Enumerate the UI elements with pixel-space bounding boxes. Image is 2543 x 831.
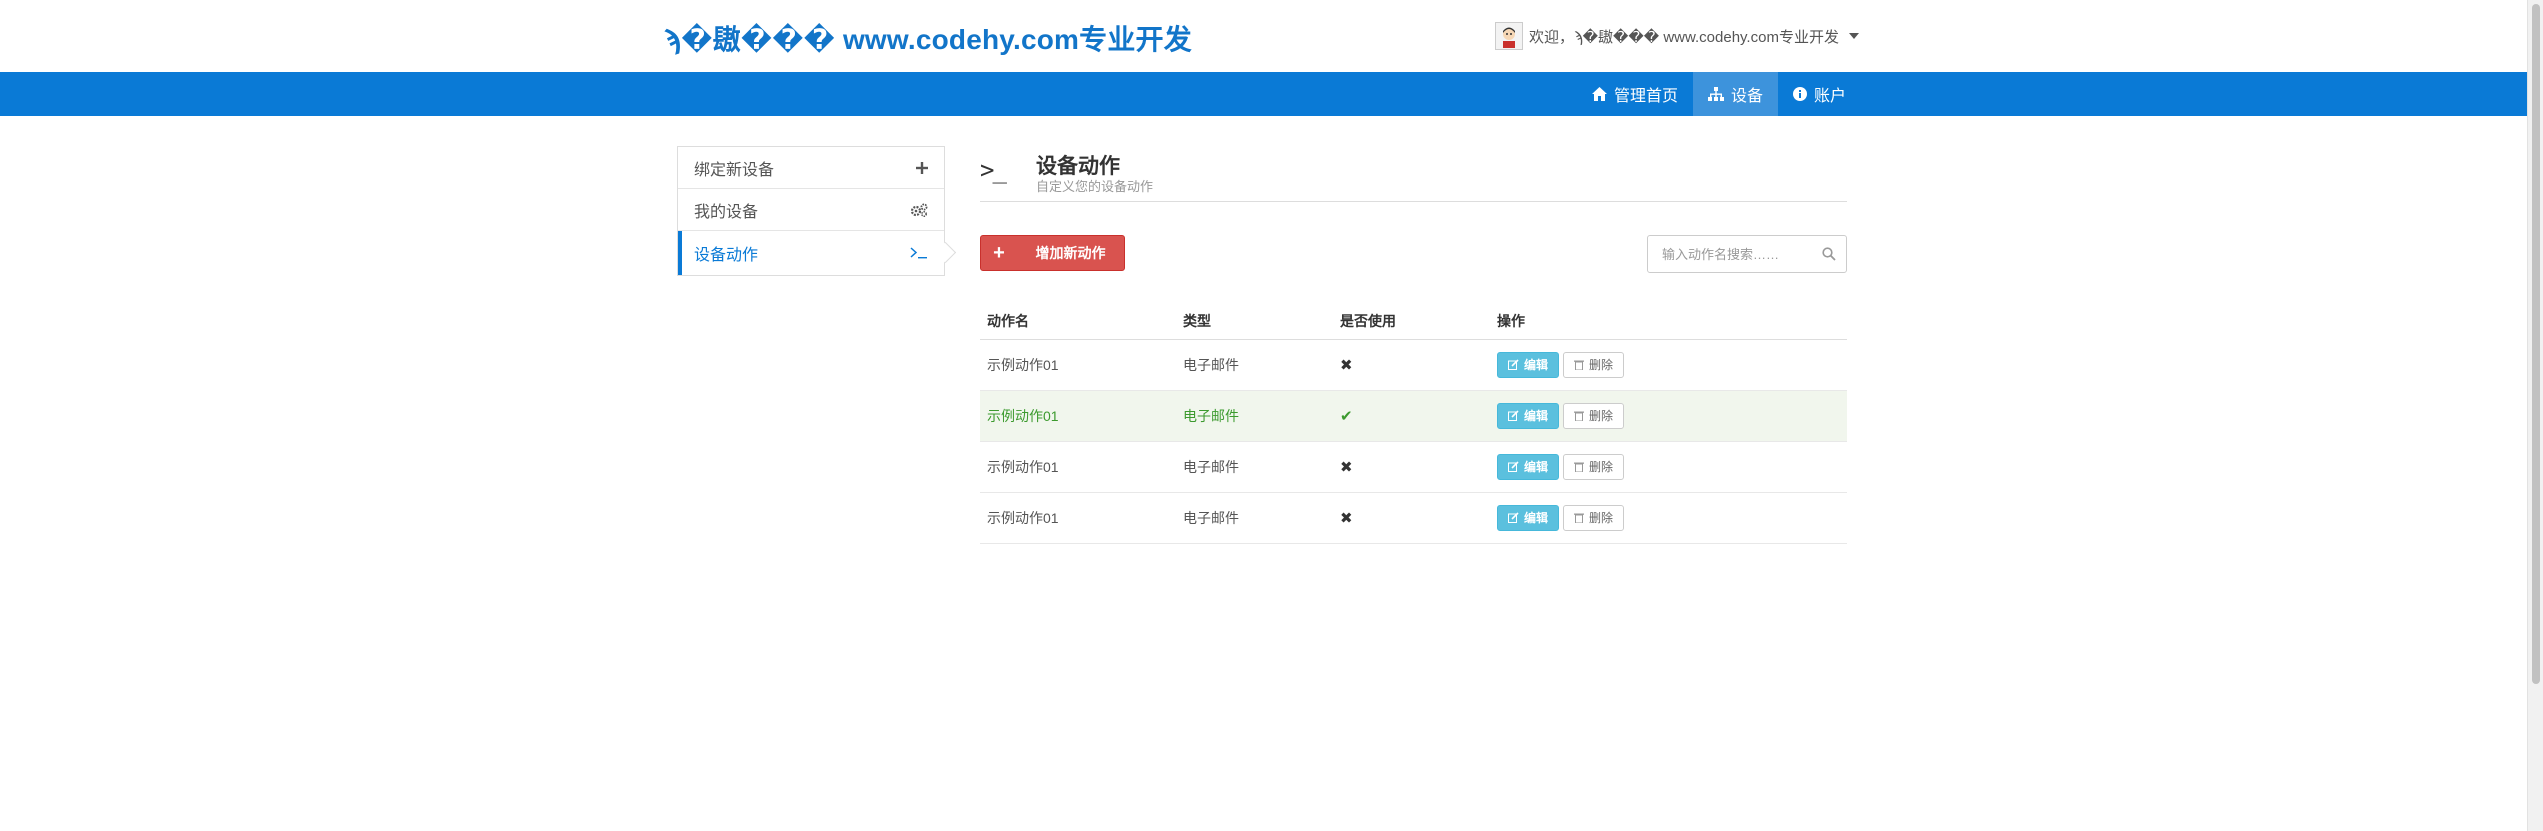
avatar: [1495, 22, 1523, 50]
operations-cell: 编辑 删除: [1490, 339, 1847, 391]
nav-item-devices[interactable]: 设备: [1693, 72, 1779, 116]
sidebar-item-device-actions[interactable]: 设备动作: [678, 231, 944, 275]
actions-table: 动作名 类型 是否使用 操作 示例动作01 电子邮件 ✖ 编辑 删除 示例动作0…: [980, 303, 1847, 544]
action-type-cell: 电子邮件: [1176, 390, 1333, 442]
cogs-icon: [910, 203, 928, 217]
delete-label: 删除: [1589, 409, 1614, 423]
delete-button[interactable]: 删除: [1563, 402, 1625, 429]
in-use-cell: ✖: [1333, 339, 1490, 391]
sidebar-item-label: 绑定新设备: [694, 161, 775, 179]
user-menu[interactable]: 欢迎，ϡ�䦋��� www.codehy.com专业开发: [1495, 20, 1859, 52]
edit-button[interactable]: 编辑: [1497, 351, 1560, 378]
column-header-operations: 操作: [1490, 303, 1847, 340]
trash-icon: [1574, 360, 1585, 370]
plus-icon: [916, 161, 928, 174]
edit-icon: [1508, 512, 1519, 523]
info-circle-icon: [1793, 87, 1808, 101]
sidebar-item-label: 设备动作: [694, 247, 759, 264]
add-action-button[interactable]: + 增加新动作: [980, 235, 1125, 271]
operations-cell: 编辑 删除: [1490, 390, 1847, 442]
table-row: 示例动作01 电子邮件 ✔ 编辑 删除: [980, 390, 1847, 442]
times-icon: ✖: [1340, 356, 1353, 374]
delete-label: 删除: [1589, 511, 1614, 525]
delete-button[interactable]: 删除: [1563, 504, 1625, 531]
table-row: 示例动作01 电子邮件 ✖ 编辑 删除: [980, 492, 1847, 544]
top-header: ϡ�䦋��� www.codehy.com专业开发 欢迎，ϡ�䦋��� www.…: [0, 0, 2527, 72]
delete-button[interactable]: 删除: [1563, 351, 1625, 378]
plus-icon: +: [993, 242, 1005, 264]
in-use-cell: ✖: [1333, 441, 1490, 493]
nav-item-label: 管理首页: [1614, 88, 1679, 105]
action-type-cell: 电子邮件: [1176, 492, 1333, 544]
nav-item-account[interactable]: 账户: [1778, 72, 1861, 116]
delete-button[interactable]: 删除: [1563, 453, 1625, 480]
edit-label: 编辑: [1524, 358, 1549, 372]
sidebar-item-label: 我的设备: [694, 203, 759, 221]
sidebar-item-my-devices[interactable]: 我的设备: [678, 189, 944, 231]
user-avatar-icon: [1503, 27, 1515, 48]
edit-button[interactable]: 编辑: [1497, 504, 1560, 531]
edit-label: 编辑: [1524, 409, 1549, 423]
column-header-name: 动作名: [980, 303, 1176, 340]
edit-icon: [1508, 410, 1519, 421]
action-name-cell: 示例动作01: [980, 339, 1176, 391]
operations-cell: 编辑 删除: [1490, 441, 1847, 493]
edit-button[interactable]: 编辑: [1497, 453, 1560, 480]
table-row: 示例动作01 电子邮件 ✖ 编辑 删除: [980, 339, 1847, 391]
nav-item-label: 账户: [1814, 88, 1847, 105]
trash-icon: [1574, 462, 1585, 472]
trash-icon: [1574, 513, 1585, 523]
action-type-cell: 电子邮件: [1176, 441, 1333, 493]
in-use-cell: ✔: [1333, 390, 1490, 442]
edit-icon: [1508, 461, 1519, 472]
terminal-icon: [910, 247, 927, 259]
check-icon: ✔: [1340, 407, 1353, 425]
table-header-row: 动作名 类型 是否使用 操作: [980, 303, 1847, 340]
column-header-in-use: 是否使用: [1333, 303, 1490, 340]
user-greeting[interactable]: 欢迎，ϡ�䦋��� www.codehy.com专业开发: [1529, 26, 1839, 47]
trash-icon: [1574, 411, 1585, 421]
action-type-cell: 电子邮件: [1176, 339, 1333, 391]
action-name-cell: 示例动作01: [980, 441, 1176, 493]
sidebar-item-bind-device[interactable]: 绑定新设备: [678, 147, 944, 189]
add-action-label: 增加新动作: [1035, 245, 1106, 261]
edit-label: 编辑: [1524, 460, 1549, 474]
action-name-cell: 示例动作01: [980, 492, 1176, 544]
in-use-cell: ✖: [1333, 492, 1490, 544]
site-brand[interactable]: ϡ�䦋��� www.codehy.com专业开发: [664, 18, 1192, 58]
page-header: >_ 设备动作 自定义您的设备动作: [980, 146, 1847, 202]
times-icon: ✖: [1340, 509, 1353, 527]
edit-label: 编辑: [1524, 511, 1549, 525]
search-input[interactable]: [1648, 236, 1818, 272]
search-box: [1647, 235, 1847, 273]
home-icon: [1592, 87, 1607, 101]
action-name-cell: 示例动作01: [980, 390, 1176, 442]
page-scrollbar[interactable]: [2527, 0, 2543, 831]
column-header-type: 类型: [1176, 303, 1333, 340]
delete-label: 删除: [1589, 358, 1614, 372]
table-row: 示例动作01 电子邮件 ✖ 编辑 删除: [980, 441, 1847, 493]
times-icon: ✖: [1340, 458, 1353, 476]
delete-label: 删除: [1589, 460, 1614, 474]
caret-down-icon[interactable]: [1848, 33, 1859, 39]
nav-item-home[interactable]: 管理首页: [1577, 72, 1693, 116]
page-subtitle: 自定义您的设备动作: [1036, 179, 1154, 194]
edit-icon: [1508, 359, 1519, 370]
edit-button[interactable]: 编辑: [1497, 402, 1560, 429]
operations-cell: 编辑 删除: [1490, 492, 1847, 544]
sidebar: 绑定新设备 我的设备 设备动作: [677, 146, 945, 276]
nav-item-label: 设备: [1731, 88, 1764, 105]
search-icon[interactable]: [1822, 247, 1836, 261]
sitemap-icon: [1708, 87, 1725, 101]
terminal-icon: >_: [980, 156, 1007, 184]
main-navbar: 管理首页 设备 账户: [0, 72, 2527, 116]
scrollbar-thumb[interactable]: [2532, 4, 2540, 684]
